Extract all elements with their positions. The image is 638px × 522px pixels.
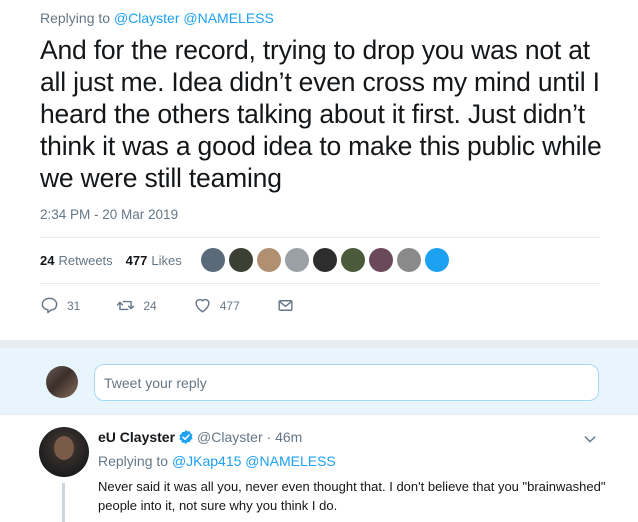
reply-count: 31: [67, 298, 81, 313]
liker-avatar[interactable]: [396, 248, 421, 272]
likes-count: 477: [125, 252, 148, 268]
meta-separator: ·: [262, 429, 276, 445]
chevron-down-icon[interactable]: [582, 431, 598, 447]
current-user-avatar: [46, 366, 78, 398]
tweet-stats: 24 Retweets 477 Likes: [40, 245, 453, 275]
reply-author-handle[interactable]: @Clayster: [197, 429, 263, 445]
retweets-count: 24: [40, 252, 55, 268]
liker-avatars: [200, 248, 453, 272]
envelope-icon: [278, 300, 293, 311]
retweet-count: 24: [143, 298, 157, 313]
reply-text: Never said it was all you, never even th…: [98, 479, 606, 513]
retweets-label: Retweets: [58, 252, 113, 268]
reply-header: eU Clayster @Clayster · 46m: [98, 429, 302, 445]
verified-badge-icon: [179, 430, 193, 444]
liker-avatar[interactable]: [284, 248, 309, 272]
retweet-button[interactable]: 24: [116, 296, 157, 315]
likes-stat[interactable]: 477 Likes: [126, 253, 182, 268]
replying-prefix: Replying to: [98, 453, 169, 469]
like-button[interactable]: 477: [193, 296, 240, 315]
reply-time[interactable]: 46m: [275, 429, 302, 445]
tweet-timestamp[interactable]: 2:34 PM - 20 Mar 2019: [40, 207, 178, 222]
reply-icon: [41, 297, 58, 314]
like-count: 477: [219, 298, 240, 313]
reply-author-avatar[interactable]: [39, 427, 89, 477]
section-gap: [0, 340, 638, 348]
reply-input[interactable]: Tweet your reply: [94, 364, 599, 401]
liker-avatar[interactable]: [256, 248, 281, 272]
liker-avatar[interactable]: [368, 248, 393, 272]
liker-avatar[interactable]: [340, 248, 365, 272]
tweet-actions: 31 24 477: [40, 296, 339, 315]
reply-author-name[interactable]: eU Clayster: [98, 429, 175, 445]
liker-avatar[interactable]: [312, 248, 337, 272]
replying-handles-link[interactable]: @Clayster @NAMELESS: [114, 10, 274, 26]
liker-avatar[interactable]: [424, 248, 449, 272]
liker-avatar[interactable]: [200, 248, 225, 272]
liker-avatar[interactable]: [228, 248, 253, 272]
main-tweet: Replying to @Clayster @NAMELESS And for …: [0, 0, 638, 340]
likes-label: Likes: [151, 252, 182, 268]
heart-icon: [195, 298, 210, 313]
divider: [40, 237, 600, 238]
reply-tweet[interactable]: eU Clayster @Clayster · 46m Replying to …: [0, 415, 638, 522]
replying-prefix: Replying to: [40, 10, 111, 26]
reply-composer: Tweet your reply: [0, 348, 638, 414]
reply-replying-to-line: Replying to @JKap415 @NAMELESS: [98, 453, 336, 469]
retweet-icon: [117, 300, 135, 311]
tweet-text: And for the record, trying to drop you w…: [40, 35, 602, 193]
reply-button[interactable]: 31: [40, 296, 80, 315]
thread-line: [62, 483, 65, 522]
replying-handles-link[interactable]: @JKap415 @NAMELESS: [172, 453, 336, 469]
divider: [40, 283, 600, 284]
direct-message-button[interactable]: [276, 296, 303, 315]
replying-to-line: Replying to @Clayster @NAMELESS: [40, 10, 274, 26]
retweets-stat[interactable]: 24 Retweets: [40, 253, 113, 268]
